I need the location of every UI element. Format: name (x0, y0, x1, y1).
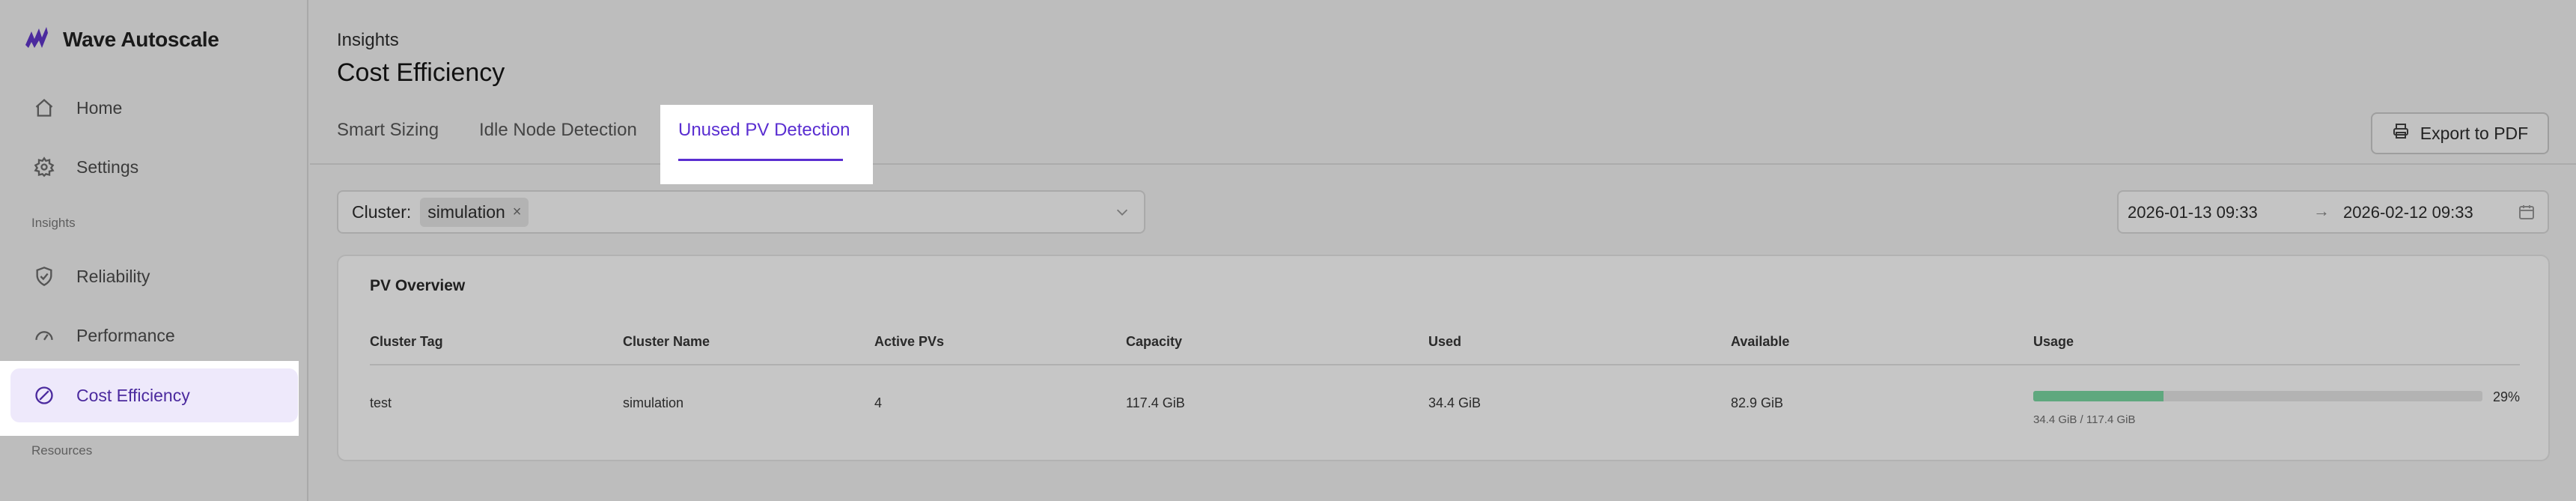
column-header-active-pvs: Active PVs (874, 334, 945, 349)
cluster-select[interactable]: Cluster: simulation × (337, 190, 1145, 234)
sidebar-item-home[interactable]: Home (10, 81, 298, 135)
page-title: Cost Efficiency (337, 58, 505, 87)
column-header-cluster-name: Cluster Name (623, 334, 710, 349)
sidebar-item-cost-efficiency[interactable]: Cost Efficiency (10, 368, 298, 422)
cell-active-pvs: 4 (874, 395, 883, 410)
gear-icon (33, 156, 55, 178)
column-header-usage: Usage (2033, 334, 2074, 349)
sidebar-item-label: Performance (76, 325, 175, 345)
gauge-icon (33, 324, 55, 347)
slash-circle-icon (33, 384, 55, 407)
cell-capacity: 117.4 GiB (1126, 395, 1185, 410)
column-header-cluster-tag: Cluster Tag (370, 334, 443, 349)
export-pdf-label: Export to PDF (2420, 123, 2529, 143)
arrow-right-icon: → (2313, 201, 2330, 220)
chip-remove-icon[interactable]: × (513, 204, 522, 221)
cell-used: 34.4 GiB (1428, 395, 1482, 410)
calendar-icon[interactable] (2518, 203, 2536, 225)
breadcrumb[interactable]: Insights (337, 30, 399, 51)
sidebar-item-label: Settings (76, 157, 139, 177)
sidebar-item-label: Reliability (76, 266, 150, 286)
sidebar-item-performance[interactable]: Performance (10, 309, 298, 362)
usage-progress-bar (2033, 391, 2482, 401)
tab-unused-pv-detection[interactable]: Unused PV Detection (678, 120, 850, 180)
cluster-chip-label: simulation (427, 201, 505, 222)
printer-icon (2392, 122, 2410, 145)
card-title: PV Overview (370, 277, 466, 294)
usage-percent: 29% (2493, 389, 2521, 404)
cell-cluster-name: simulation (623, 395, 684, 410)
chevron-down-icon[interactable] (1114, 204, 1130, 220)
sidebar-item-label: Home (76, 97, 123, 118)
main-content: Insights Cost Efficiency Smart Sizing Id… (310, 0, 2576, 501)
usage-detail: 34.4 GiB / 117.4 GiB (2033, 413, 2136, 426)
cluster-label: Cluster: (352, 201, 412, 222)
cell-cluster-tag: test (370, 395, 392, 410)
date-start-input[interactable]: 2026-01-13 09:33 (2128, 203, 2258, 222)
sidebar: Wave Autoscale Home Settings Insights Re… (0, 0, 308, 501)
active-item-highlight: Cost Efficiency (0, 361, 299, 436)
cell-available: 82.9 GiB (1731, 395, 1784, 410)
page-header: Insights Cost Efficiency Smart Sizing Id… (310, 0, 2576, 184)
date-end-input[interactable]: 2026-02-12 09:33 (2343, 203, 2473, 222)
tab-smart-sizing[interactable]: Smart Sizing (337, 120, 439, 180)
cluster-chip: simulation × (420, 197, 529, 227)
sidebar-item-label: Cost Efficiency (76, 385, 190, 405)
column-header-used: Used (1428, 334, 1462, 349)
date-range-picker[interactable]: 2026-01-13 09:33 → 2026-02-12 09:33 (2117, 190, 2549, 234)
section-label-insights: Insights (31, 216, 76, 230)
home-icon (33, 97, 55, 119)
app-logo[interactable]: Wave Autoscale (24, 25, 219, 53)
sidebar-item-settings[interactable]: Settings (10, 140, 298, 194)
sidebar-item-reliability[interactable]: Reliability (10, 249, 298, 303)
tab-idle-node-detection[interactable]: Idle Node Detection (479, 120, 637, 180)
app-name: Wave Autoscale (63, 27, 219, 51)
usage-progress-fill (2033, 391, 2164, 401)
active-tab-indicator (678, 159, 843, 161)
column-header-capacity: Capacity (1126, 334, 1183, 349)
pv-overview-card: PV Overview Cluster Tag Cluster Name Act… (337, 255, 2550, 461)
table-divider (370, 364, 2520, 365)
column-header-available: Available (1731, 334, 1790, 349)
shield-check-icon (33, 265, 55, 288)
export-pdf-button[interactable]: Export to PDF (2371, 112, 2549, 154)
section-label-resources: Resources (31, 443, 93, 458)
wave-logo-icon (24, 25, 54, 53)
